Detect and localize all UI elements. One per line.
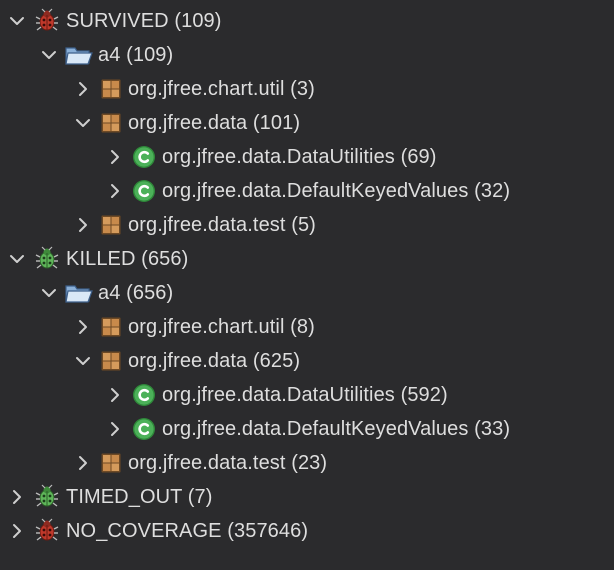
tree-node-survived-chart-util[interactable]: org.jfree.chart.util (3) xyxy=(0,72,614,106)
tree-node-label: KILLED (656) xyxy=(66,247,189,270)
tree-node-label: SURVIVED (109) xyxy=(66,9,222,32)
tree-node-survived-data-test[interactable]: org.jfree.data.test (5) xyxy=(0,208,614,242)
tree-node-killed-defaultkeyedvalues[interactable]: org.jfree.data.DefaultKeyedValues (33) xyxy=(0,412,614,446)
package-icon xyxy=(100,112,122,134)
tree-node-timed-out[interactable]: TIMED_OUT (7) xyxy=(0,480,614,514)
package-icon xyxy=(100,350,122,372)
tree-node-killed-chart-util[interactable]: org.jfree.chart.util (8) xyxy=(0,310,614,344)
tree-node-survived-datautilities[interactable]: org.jfree.data.DataUtilities (69) xyxy=(0,140,614,174)
chevron-right-icon[interactable] xyxy=(6,520,28,542)
tree-node-label: org.jfree.data.DataUtilities (69) xyxy=(162,145,437,168)
chevron-right-icon[interactable] xyxy=(72,452,94,474)
tree-node-label: org.jfree.data.test (5) xyxy=(128,213,316,236)
chevron-down-icon[interactable] xyxy=(6,248,28,270)
tree-node-killed-data[interactable]: org.jfree.data (625) xyxy=(0,344,614,378)
package-icon xyxy=(100,78,122,100)
class-icon xyxy=(132,179,156,203)
class-icon xyxy=(132,417,156,441)
tree-node-label: org.jfree.chart.util (3) xyxy=(128,77,315,100)
chevron-right-icon[interactable] xyxy=(104,146,126,168)
chevron-down-icon[interactable] xyxy=(72,350,94,372)
tree-node-survived-a4[interactable]: a4 (109) xyxy=(0,38,614,72)
tree-node-label: NO_COVERAGE (357646) xyxy=(66,519,309,542)
chevron-down-icon[interactable] xyxy=(38,282,60,304)
class-icon xyxy=(132,145,156,169)
chevron-right-icon[interactable] xyxy=(72,214,94,236)
green-bug-icon xyxy=(34,484,60,510)
open-folder-icon xyxy=(64,281,94,305)
tree-node-label: a4 (656) xyxy=(98,281,174,304)
red-bug-icon xyxy=(34,518,60,544)
chevron-right-icon[interactable] xyxy=(72,316,94,338)
chevron-down-icon[interactable] xyxy=(72,112,94,134)
chevron-right-icon[interactable] xyxy=(6,486,28,508)
red-bug-icon xyxy=(34,8,60,34)
chevron-right-icon[interactable] xyxy=(72,78,94,100)
tree-node-survived-defaultkeyedvalues[interactable]: org.jfree.data.DefaultKeyedValues (32) xyxy=(0,174,614,208)
chevron-down-icon[interactable] xyxy=(38,44,60,66)
class-icon xyxy=(132,383,156,407)
tree-node-label: TIMED_OUT (7) xyxy=(66,485,213,508)
tree-node-killed-a4[interactable]: a4 (656) xyxy=(0,276,614,310)
package-icon xyxy=(100,214,122,236)
tree-node-label: a4 (109) xyxy=(98,43,174,66)
mutation-results-tree: SURVIVED (109) a4 (109) org.jfree.chart.… xyxy=(0,0,614,570)
tree-node-killed[interactable]: KILLED (656) xyxy=(0,242,614,276)
green-bug-icon xyxy=(34,246,60,272)
open-folder-icon xyxy=(64,43,94,67)
chevron-down-icon[interactable] xyxy=(6,10,28,32)
package-icon xyxy=(100,452,122,474)
tree-node-no-coverage[interactable]: NO_COVERAGE (357646) xyxy=(0,514,614,548)
tree-node-survived[interactable]: SURVIVED (109) xyxy=(0,4,614,38)
tree-node-label: org.jfree.data.DefaultKeyedValues (33) xyxy=(162,417,511,440)
tree-node-label: org.jfree.chart.util (8) xyxy=(128,315,315,338)
tree-node-killed-datautilities[interactable]: org.jfree.data.DataUtilities (592) xyxy=(0,378,614,412)
tree-node-killed-data-test[interactable]: org.jfree.data.test (23) xyxy=(0,446,614,480)
chevron-right-icon[interactable] xyxy=(104,180,126,202)
tree-node-label: org.jfree.data.DefaultKeyedValues (32) xyxy=(162,179,511,202)
chevron-right-icon[interactable] xyxy=(104,384,126,406)
tree-node-label: org.jfree.data (101) xyxy=(128,111,301,134)
tree-node-label: org.jfree.data.DataUtilities (592) xyxy=(162,383,448,406)
tree-node-label: org.jfree.data (625) xyxy=(128,349,301,372)
tree-node-survived-data[interactable]: org.jfree.data (101) xyxy=(0,106,614,140)
package-icon xyxy=(100,316,122,338)
tree-node-label: org.jfree.data.test (23) xyxy=(128,451,328,474)
chevron-right-icon[interactable] xyxy=(104,418,126,440)
